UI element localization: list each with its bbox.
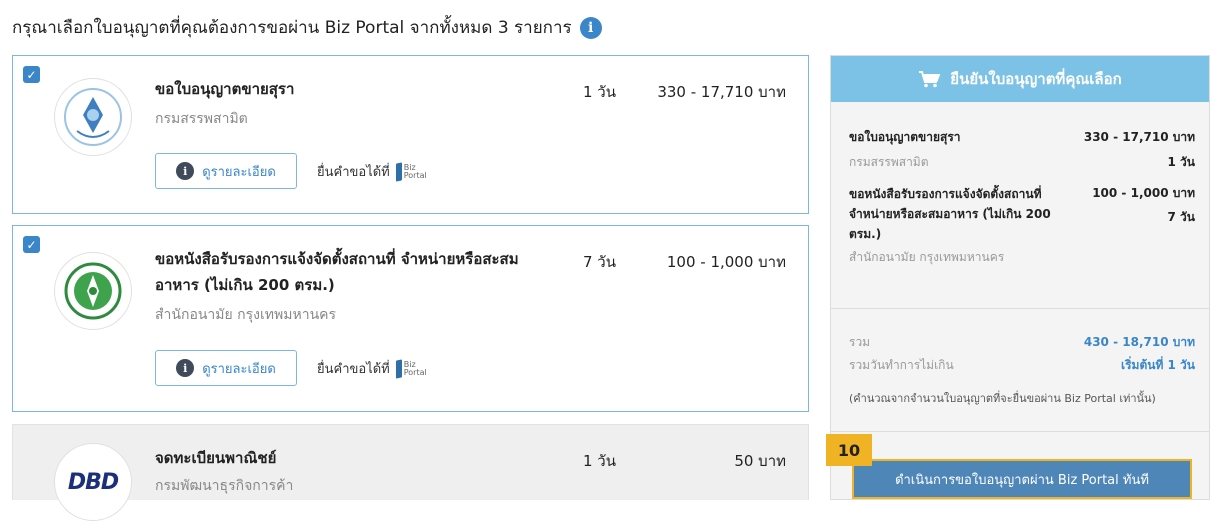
permit-days: 7 วัน bbox=[583, 253, 616, 271]
summary-item-agency: กรมสรรพสามิต bbox=[849, 155, 929, 169]
submit-via-label: ยื่นคำขอได้ที่ bbox=[317, 362, 390, 377]
total-days-label: รวมวันทำการไม่เกิน bbox=[849, 358, 954, 372]
permit-checkbox[interactable]: ✓ bbox=[23, 236, 40, 253]
cart-icon bbox=[919, 71, 941, 88]
proceed-button[interactable]: ดำเนินการขอใบอนุญาตผ่าน Biz Portal ทันที bbox=[852, 459, 1192, 499]
submit-via-label: ยื่นคำขอได้ที่ bbox=[317, 165, 390, 180]
summary-item-name: ขอใบอนุญาตขายสุรา bbox=[849, 130, 961, 144]
summary-item-fee: 330 - 17,710 บาท bbox=[1083, 130, 1195, 144]
bma-logo-graphic bbox=[64, 262, 122, 320]
biz-portal-logo: Biz Portal bbox=[395, 358, 427, 379]
permit-agency: กรมพัฒนาธุรกิจการค้า bbox=[155, 478, 294, 494]
permit-days: 1 วัน bbox=[583, 83, 616, 101]
summary-panel: ยืนยันใบอนุญาตที่คุณเลือก ขอใบอนุญาตขายส… bbox=[830, 55, 1210, 500]
biz-portal-logo: Biz Portal bbox=[395, 161, 427, 182]
total-label: รวม bbox=[849, 335, 871, 349]
permit-name: จดทะเบียนพาณิชย์ bbox=[155, 449, 277, 467]
permit-card[interactable]: DBD จดทะเบียนพาณิชย์ กรมพัฒนาธุรกิจการค้… bbox=[12, 424, 809, 521]
permit-name: ขอหนังสือรับรองการแจ้งจัดตั้งสถานที่ จำห… bbox=[155, 250, 519, 294]
submit-via: ยื่นคำขอได้ที่ Biz Portal bbox=[317, 358, 427, 379]
summary-item: ขอหนังสือรับรองการแจ้งจัดตั้งสถานที่จำหน… bbox=[849, 184, 1195, 267]
summary-item-name: ขอหนังสือรับรองการแจ้งจัดตั้งสถานที่จำหน… bbox=[849, 187, 1051, 241]
info-icon: i bbox=[176, 359, 195, 377]
summary-item-days: 7 วัน bbox=[1167, 210, 1195, 224]
info-icon[interactable]: i bbox=[579, 16, 602, 39]
summary-header-label: ยืนยันใบอนุญาตที่คุณเลือก bbox=[950, 70, 1122, 88]
permit-agency: กรมสรรพสามิต bbox=[155, 111, 248, 127]
summary-item: ขอใบอนุญาตขายสุรา 330 - 17,710 บาท กรมสร… bbox=[849, 128, 1195, 172]
submit-via: ยื่นคำขอได้ที่ Biz Portal bbox=[317, 161, 427, 182]
permit-days: 1 วัน bbox=[583, 452, 616, 470]
summary-item-fee: 100 - 1,000 บาท bbox=[1092, 186, 1195, 200]
permit-card[interactable]: ✓ ขอหนังสือรับรองการแจ้งจัดตั้งสถานที่ จ… bbox=[12, 225, 809, 412]
permit-card[interactable]: ✓ ขอใบอนุญาตขายสุรา กรมสรรพสามิต 1 วัน 3… bbox=[12, 55, 809, 214]
summary-total: รวม 430 - 18,710 บาท รวมวันทำการไม่เกิน … bbox=[849, 333, 1195, 375]
page-title: กรุณาเลือกใบอนุญาตที่คุณต้องการขอผ่าน Bi… bbox=[12, 14, 602, 41]
summary-header: ยืนยันใบอนุญาตที่คุณเลือก bbox=[831, 56, 1209, 102]
view-details-label: ดูรายละเอียด bbox=[202, 361, 276, 377]
permit-agency: สำนักอนามัย กรุงเทพมหานคร bbox=[155, 307, 337, 323]
permit-checkbox[interactable]: ✓ bbox=[23, 66, 40, 83]
summary-item-days: 1 วัน bbox=[1167, 155, 1195, 169]
view-details-button[interactable]: i ดูรายละเอียด bbox=[155, 350, 297, 386]
summary-divider bbox=[831, 308, 1209, 309]
total-days-value: เริ่มต้นที่ 1 วัน bbox=[1120, 358, 1195, 372]
dbd-logo-text: DBD bbox=[67, 469, 119, 495]
step-badge: 10 bbox=[826, 434, 872, 466]
dbd-logo: DBD bbox=[54, 443, 132, 521]
view-details-label: ดูรายละเอียด bbox=[202, 164, 276, 180]
excise-logo-graphic bbox=[64, 88, 122, 146]
permit-fee: 330 - 17,710 บาท bbox=[657, 83, 786, 101]
summary-divider bbox=[831, 431, 1209, 432]
permit-name: ขอใบอนุญาตขายสุรา bbox=[155, 80, 295, 98]
permit-fee: 100 - 1,000 บาท bbox=[666, 253, 786, 271]
summary-note: (คำนวณจากจำนวนใบอนุญาตที่จะยื่นขอผ่าน Bi… bbox=[849, 392, 1156, 405]
summary-item-agency: สำนักอนามัย กรุงเทพมหานคร bbox=[849, 250, 1005, 264]
bangkok-metropolitan-logo bbox=[54, 252, 132, 330]
info-icon: i bbox=[176, 162, 195, 180]
total-value: 430 - 18,710 บาท bbox=[1083, 335, 1195, 349]
view-details-button[interactable]: i ดูรายละเอียด bbox=[155, 153, 297, 189]
permit-fee: 50 บาท bbox=[734, 452, 786, 470]
excise-department-logo bbox=[54, 78, 132, 156]
page-title-text: กรุณาเลือกใบอนุญาตที่คุณต้องการขอผ่าน Bi… bbox=[12, 18, 572, 38]
